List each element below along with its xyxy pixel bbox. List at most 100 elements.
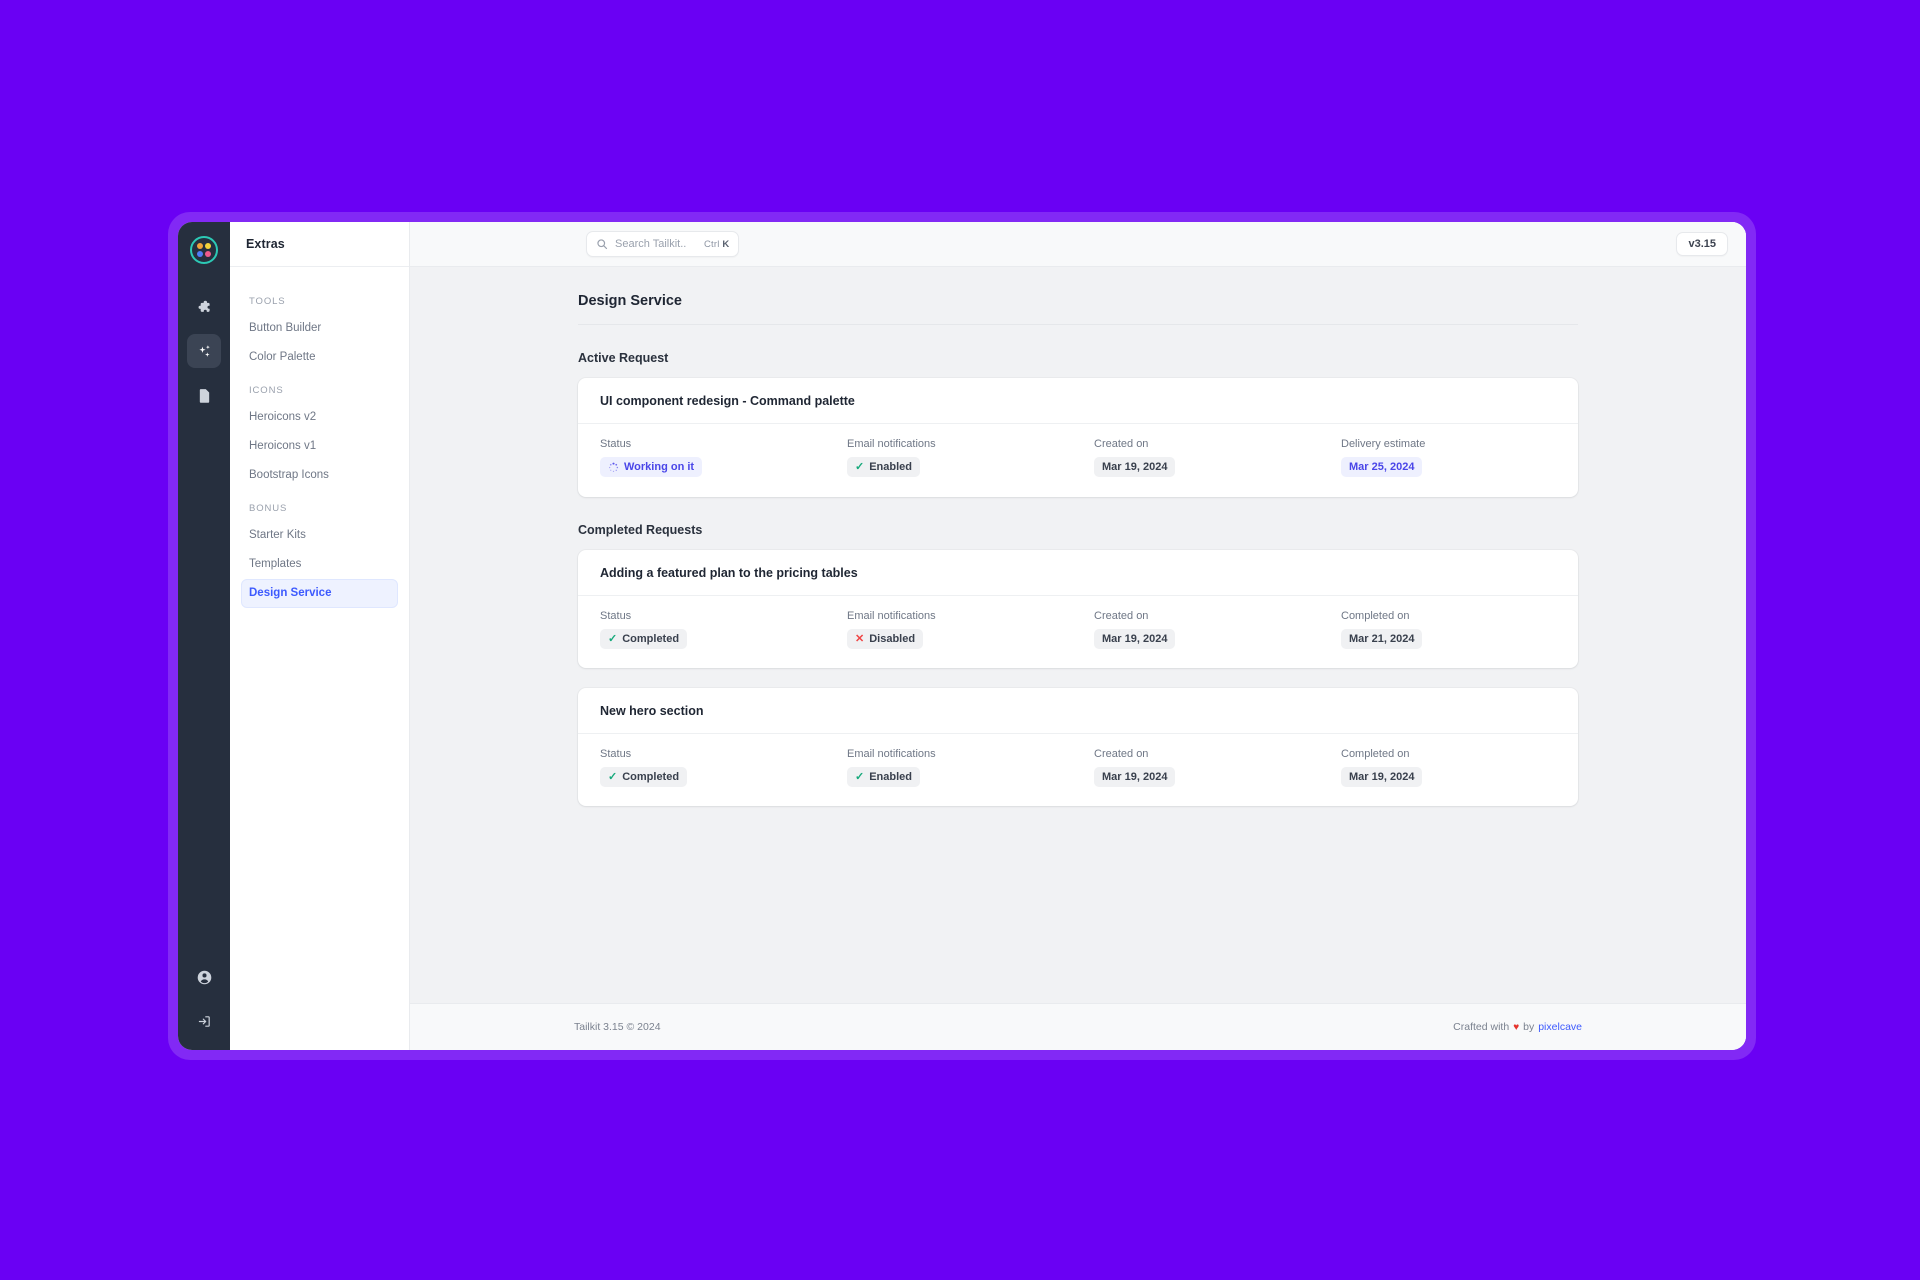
status-badge: Working on it bbox=[600, 457, 703, 478]
shortcut-prefix: Ctrl bbox=[704, 238, 723, 250]
field-label: Completed on bbox=[1341, 747, 1410, 760]
completed-badge: Mar 19, 2024 bbox=[1341, 766, 1423, 787]
email-badge: ✕ Disabled bbox=[847, 628, 924, 649]
field-label: Created on bbox=[1094, 747, 1149, 760]
field-created-on: Created on Mar 19, 2024 bbox=[1094, 748, 1341, 787]
topbar: Ctrl K v3.15 bbox=[410, 222, 1746, 267]
sidebar-header: Extras bbox=[230, 222, 409, 267]
field-label: Created on bbox=[1094, 609, 1149, 622]
card-title: Adding a featured plan to the pricing ta… bbox=[578, 550, 1578, 596]
sidebar-item-templates[interactable]: Templates bbox=[241, 550, 398, 579]
heart-icon: ♥ bbox=[1513, 1021, 1520, 1033]
field-label: Created on bbox=[1094, 438, 1149, 450]
sidebar-item-bootstrap-icons[interactable]: Bootstrap Icons bbox=[241, 461, 398, 490]
search-input[interactable] bbox=[615, 238, 697, 250]
field-label: Status bbox=[600, 438, 632, 450]
field-email-notifications: Email notifications ✓ Enabled bbox=[847, 438, 1094, 478]
field-status: Status ✓ Completed bbox=[600, 610, 847, 649]
version-badge[interactable]: v3.15 bbox=[1676, 232, 1728, 256]
footer-inner: Tailkit 3.15 © 2024 Crafted with ♥ by pi… bbox=[548, 1021, 1608, 1033]
content-inner: Design Service Active Request UI compone… bbox=[574, 293, 1582, 806]
nav-group-label-bonus: BONUS bbox=[249, 502, 288, 514]
document-icon[interactable] bbox=[187, 378, 221, 412]
sidebar: Extras TOOLS Button Builder Color Palett… bbox=[230, 222, 410, 1050]
request-card-completed-1: Adding a featured plan to the pricing ta… bbox=[578, 549, 1578, 668]
field-email-notifications: Email notifications ✓ Enabled bbox=[847, 748, 1094, 787]
field-status: Status ✓ Completed bbox=[600, 748, 847, 787]
section-title-completed-requests: Completed Requests bbox=[578, 522, 703, 537]
sign-out-icon[interactable] bbox=[187, 1004, 221, 1038]
footer-credit: Crafted with ♥ by pixelcave bbox=[1453, 1021, 1582, 1033]
request-card-active: UI component redesign - Command palette … bbox=[578, 378, 1578, 497]
field-completed-on: Completed on Mar 21, 2024 bbox=[1341, 610, 1556, 649]
sidebar-item-design-service[interactable]: Design Service bbox=[241, 578, 398, 608]
sidebar-nav: TOOLS Button Builder Color Palette ICONS… bbox=[230, 267, 409, 608]
footer-copyright: Tailkit 3.15 © 2024 bbox=[574, 1021, 661, 1033]
status-badge: ✓ Completed bbox=[600, 628, 688, 649]
email-badge: ✓ Enabled bbox=[847, 457, 921, 478]
sidebar-item-button-builder[interactable]: Button Builder bbox=[241, 314, 398, 343]
search-icon bbox=[596, 238, 608, 250]
field-label: Status bbox=[600, 609, 632, 622]
sidebar-item-heroicons-v1[interactable]: Heroicons v1 bbox=[241, 432, 398, 461]
field-label: Email notifications bbox=[847, 609, 936, 622]
main-column: Ctrl K v3.15 Design Service Active Reque… bbox=[410, 222, 1746, 1050]
card-fields: Status Working on it Email notifications… bbox=[578, 424, 1578, 497]
sidebar-item-starter-kits[interactable]: Starter Kits bbox=[241, 521, 398, 550]
status-text: Completed bbox=[622, 770, 680, 783]
user-circle-icon[interactable] bbox=[187, 960, 221, 994]
email-text: Disabled bbox=[869, 632, 916, 645]
field-delivery-estimate: Delivery estimate Mar 25, 2024 bbox=[1341, 438, 1556, 478]
status-text: Completed bbox=[622, 632, 680, 645]
footer-by-label: by bbox=[1523, 1021, 1535, 1033]
field-label: Completed on bbox=[1341, 609, 1410, 622]
footer: Tailkit 3.15 © 2024 Crafted with ♥ by pi… bbox=[410, 1003, 1746, 1050]
puzzle-piece-icon[interactable] bbox=[187, 290, 221, 324]
page-title: Design Service bbox=[578, 293, 1578, 325]
email-badge: ✓ Enabled bbox=[847, 766, 921, 787]
content-area: Design Service Active Request UI compone… bbox=[410, 267, 1746, 1003]
field-label: Status bbox=[600, 747, 632, 760]
card-fields: Status ✓ Completed Email notifications ✕ bbox=[578, 596, 1578, 668]
search-box[interactable]: Ctrl K bbox=[586, 231, 740, 257]
field-label: Email notifications bbox=[847, 438, 936, 450]
field-completed-on: Completed on Mar 19, 2024 bbox=[1341, 748, 1556, 787]
sidebar-brand-label: Extras bbox=[246, 237, 285, 251]
shortcut-key: K bbox=[722, 238, 730, 250]
email-text: Enabled bbox=[869, 770, 913, 783]
status-badge: ✓ Completed bbox=[600, 766, 688, 787]
field-status: Status Working on it bbox=[600, 438, 847, 478]
check-icon: ✓ bbox=[855, 770, 865, 783]
field-email-notifications: Email notifications ✕ Disabled bbox=[847, 610, 1094, 649]
sidebar-item-color-palette[interactable]: Color Palette bbox=[241, 343, 398, 372]
created-badge: Mar 19, 2024 bbox=[1094, 628, 1176, 649]
status-text: Working on it bbox=[624, 461, 695, 473]
search-shortcut-hint: Ctrl K bbox=[704, 239, 729, 250]
created-badge: Mar 19, 2024 bbox=[1094, 457, 1176, 478]
field-created-on: Created on Mar 19, 2024 bbox=[1094, 438, 1341, 478]
app-window: Extras TOOLS Button Builder Color Palett… bbox=[178, 222, 1746, 1050]
completed-badge: Mar 21, 2024 bbox=[1341, 628, 1423, 649]
cross-icon: ✕ bbox=[855, 632, 865, 645]
tailkit-logo-icon[interactable] bbox=[190, 236, 218, 264]
sidebar-item-heroicons-v2[interactable]: Heroicons v2 bbox=[241, 403, 398, 432]
footer-crafted-label: Crafted with bbox=[1453, 1021, 1510, 1033]
created-badge: Mar 19, 2024 bbox=[1094, 766, 1176, 787]
card-fields: Status ✓ Completed Email notifications ✓ bbox=[578, 734, 1578, 806]
nav-group-label-icons: ICONS bbox=[249, 384, 284, 396]
field-created-on: Created on Mar 19, 2024 bbox=[1094, 610, 1341, 649]
spinner-icon bbox=[608, 462, 619, 473]
pixelcave-link[interactable]: pixelcave bbox=[1538, 1021, 1582, 1033]
icon-rail bbox=[178, 222, 230, 1050]
check-icon: ✓ bbox=[608, 632, 618, 645]
sparkles-icon[interactable] bbox=[187, 334, 221, 368]
card-title: UI component redesign - Command palette bbox=[578, 378, 1578, 424]
check-icon: ✓ bbox=[608, 770, 618, 783]
card-title: New hero section bbox=[578, 688, 1578, 734]
request-card-completed-2: New hero section Status ✓ Completed Emai… bbox=[578, 687, 1578, 806]
section-title-active-request: Active Request bbox=[578, 351, 669, 365]
check-icon: ✓ bbox=[855, 461, 865, 473]
delivery-badge: Mar 25, 2024 bbox=[1341, 457, 1423, 478]
nav-group-label-tools: TOOLS bbox=[249, 296, 286, 307]
field-label: Delivery estimate bbox=[1341, 438, 1426, 450]
